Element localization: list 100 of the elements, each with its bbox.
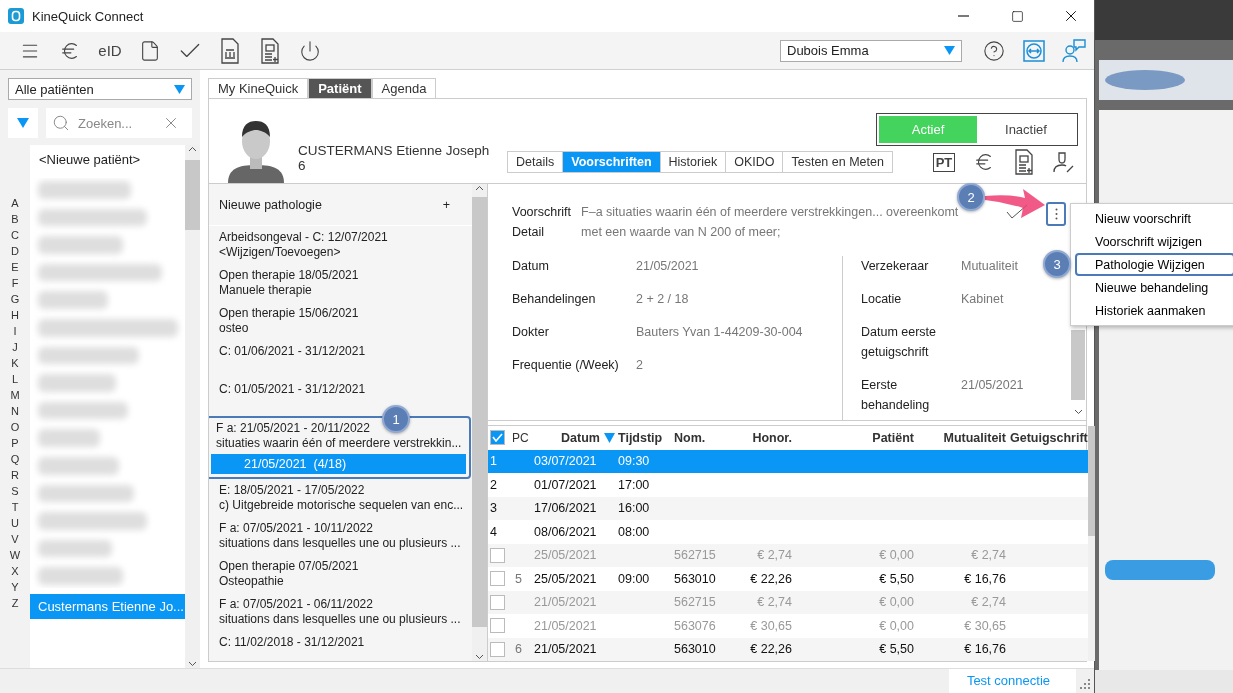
table-cell-text: 08/06/2021 (533, 524, 598, 539)
billing-row[interactable]: 5 25/05/2021 09:00 563010 € 22,26 € 5,50 € 16,76 (488, 567, 1088, 591)
field-label: Dokter (512, 324, 549, 341)
alphabet-letter[interactable]: W (9, 547, 21, 563)
alphabet-letter[interactable]: S (11, 483, 19, 499)
alphabet-letter[interactable]: R (11, 467, 19, 483)
table-cell-text: 01/07/2021 (533, 477, 598, 492)
patient-name: CUSTERMANS Etienne Joseph (298, 143, 490, 158)
sub-tab[interactable]: Testen en Meten (782, 151, 893, 173)
alphabet-letter[interactable]: J (12, 339, 18, 355)
eid-button[interactable]: eID (90, 33, 130, 68)
alphabet-letter[interactable]: Y (11, 579, 19, 595)
alphabet-letter[interactable]: C (11, 227, 19, 243)
table-cell-text: 563010 (674, 571, 717, 586)
column-header[interactable]: Mutualiteit (918, 430, 1010, 445)
alphabet-letter[interactable]: P (11, 435, 19, 451)
alphabet-letter[interactable]: K (11, 355, 19, 371)
window-title: KineQuick Connect (32, 8, 145, 24)
alphabet-letter[interactable]: V (11, 531, 19, 547)
alphabet-letter[interactable]: I (13, 323, 17, 339)
row-number: 6 (514, 642, 523, 657)
table-cell-text: € 5,50 (878, 571, 915, 586)
row-number: 1 (490, 454, 498, 469)
table-cell-text: 562715 (674, 548, 717, 563)
pathology-item[interactable]: F a: 07/05/2021 - 06/11/2022 situations dans lesquelles une ou plusieurs ... (209, 593, 472, 631)
pathology-item[interactable]: Open therapie 18/05/2021 Manuele therapie (209, 264, 472, 302)
alphabet-letter[interactable]: D (11, 243, 19, 259)
field-label: Datum eerste getuigschrift (861, 324, 938, 361)
menu-item[interactable]: Nieuw voorschrift (1075, 207, 1233, 230)
column-header[interactable]: Nom. (674, 430, 738, 445)
table-cell-text: 03/07/2021 (533, 454, 598, 469)
search-input[interactable]: Zoeken... (76, 114, 156, 132)
pathology-title: C: 01/06/2021 - 31/12/2021 (219, 344, 366, 359)
sub-tab[interactable]: OKIDO (725, 151, 784, 173)
detail-label: Detail (512, 224, 545, 241)
appointment-row[interactable]: 2 01/07/2021 17:00 (488, 473, 1088, 497)
field-label: Datum (512, 258, 549, 275)
main-tab[interactable]: Patiënt (308, 78, 372, 98)
appointment-row[interactable]: 3 17/06/2021 16:00 (488, 496, 1088, 520)
patient-filter-dropdown[interactable]: Alle patiënten (8, 78, 192, 100)
field-label: Verzekeraar (861, 258, 929, 275)
prescription-text: met een waarde van N 200 of meer; (581, 224, 782, 241)
table-cell-text: 21/05/2021 (533, 595, 598, 610)
table-cell-text: 09:00 (618, 571, 651, 586)
user-select[interactable]: Dubois Emma (780, 39, 962, 62)
main-tab[interactable]: My KineQuick (208, 78, 309, 98)
table-cell-text: 08:00 (618, 524, 651, 539)
alphabet-letter[interactable]: A (11, 195, 19, 211)
main-tab[interactable]: Agenda (371, 78, 437, 98)
alphabet-letter[interactable]: O (10, 419, 20, 435)
alphabet-letter[interactable]: T (11, 499, 19, 515)
menu-item[interactable]: Voorschrift wijzigen (1075, 230, 1233, 253)
alphabet-letter[interactable]: Z (11, 595, 19, 611)
alphabet-letter[interactable]: F (11, 275, 19, 291)
alphabet-letter[interactable]: E (11, 259, 19, 275)
pathology-item[interactable]: E: 18/05/2021 - 17/05/2022 c) Uitgebreide motorische sequelen van enc... (209, 479, 472, 517)
prescription-label: Voorschrift (512, 204, 572, 221)
alphabet-letter[interactable]: L (11, 371, 19, 387)
column-header[interactable]: Patiënt (796, 430, 918, 445)
billing-row[interactable]: 6 21/05/2021 563010 € 22,26 € 5,50 € 16,76 (488, 637, 1088, 661)
table-cell-text: 21/05/2021 (533, 642, 598, 657)
pathology-item[interactable]: Arbeidsongeval - C: 12/07/2021 <Wijzigen/Toevoegen> (209, 226, 472, 264)
alphabet-letter[interactable]: B (11, 211, 19, 227)
row-number: 5 (514, 571, 523, 586)
pathology-title: C: 11/02/2018 - 31/12/2021 (219, 635, 365, 650)
pathology-item[interactable]: Open therapie 15/06/2021 osteo (209, 302, 472, 340)
table-cell-text: € 22,26 (749, 642, 793, 657)
field-value: 21/05/2021 (961, 377, 1024, 394)
pathology-title: E: 18/05/2021 - 17/05/2022 (219, 483, 365, 498)
sub-tab[interactable]: Historiek (659, 151, 727, 173)
table-cell-text: 562715 (674, 595, 717, 610)
column-header[interactable]: Datum (528, 430, 604, 445)
column-header[interactable]: Honor. (738, 430, 796, 445)
alphabet-letter[interactable]: M (10, 387, 20, 403)
alphabet-letter[interactable]: H (11, 307, 19, 323)
menu-item[interactable]: Nieuwe behandeling (1075, 276, 1233, 299)
pathology-item[interactable]: C: 11/02/2018 - 31/12/2021 (209, 631, 472, 661)
appointment-row[interactable]: 4 08/06/2021 08:00 (488, 520, 1088, 544)
prescription-text: F–a situaties waarin één of meerdere verstrekkingen... overeenkomt (581, 204, 960, 221)
search-field[interactable]: Zoeken... (46, 108, 192, 138)
column-header[interactable]: Getuigschrift (1010, 430, 1088, 445)
menu-item[interactable]: Historiek aanmaken (1075, 299, 1233, 322)
alphabet-letter[interactable]: Q (10, 451, 20, 467)
pathology-item[interactable]: F a: 07/05/2021 - 10/11/2022 situations dans lesquelles une ou plusieurs ... (209, 517, 472, 555)
alphabet-letter[interactable]: X (11, 563, 19, 579)
field-label: Eerste behandeling (861, 377, 931, 414)
sub-tab[interactable]: Details (507, 151, 564, 173)
pathology-item[interactable]: Open therapie 07/05/2021 Osteopathie (209, 555, 472, 593)
column-header[interactable]: Tijdstip (618, 430, 674, 445)
alphabet-letter[interactable]: G (10, 291, 20, 307)
table-cell-text: 21/05/2021 (533, 618, 598, 633)
alphabet-letter[interactable]: U (11, 515, 19, 531)
pathology-item[interactable]: C: 01/06/2021 - 31/12/2021 (209, 340, 472, 378)
new-patient-item[interactable]: <Nieuwe patiënt> (30, 145, 185, 174)
table-cell-text: 563010 (674, 642, 717, 657)
field-value: 2 (636, 357, 643, 374)
menu-item[interactable]: Pathologie Wijzigen (1075, 253, 1233, 276)
field-value: Mutualiteit (961, 258, 1018, 275)
alphabet-letter[interactable]: N (11, 403, 19, 419)
pathology-description: osteo (219, 321, 249, 336)
